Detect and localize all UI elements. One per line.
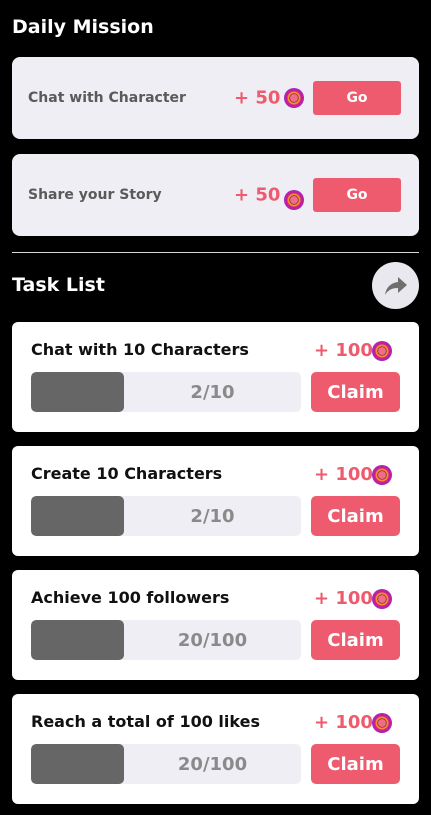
task-title: Chat with 10 Characters xyxy=(31,340,249,359)
task-reward: + 100 xyxy=(314,588,373,609)
progress-bar: 2/10 xyxy=(31,496,301,536)
share-arrow-icon xyxy=(384,276,407,295)
task-card: Reach a total of 100 likes + 100 20/100 … xyxy=(12,694,419,804)
progress-bar: 2/10 xyxy=(31,372,301,412)
progress-fill xyxy=(31,620,124,660)
progress-fill xyxy=(31,744,124,784)
coin-icon xyxy=(372,589,392,609)
task-list-title: Task List xyxy=(12,274,105,296)
go-button[interactable]: Go xyxy=(313,81,401,115)
progress-text: 20/100 xyxy=(177,753,248,775)
progress-fill xyxy=(31,496,124,536)
coin-icon xyxy=(372,713,392,733)
go-button[interactable]: Go xyxy=(313,178,401,212)
task-title: Achieve 100 followers xyxy=(31,588,230,607)
claim-button[interactable]: Claim xyxy=(311,744,400,784)
progress-bar: 20/100 xyxy=(31,744,301,784)
coin-icon xyxy=(372,465,392,485)
mission-reward: + 50 xyxy=(234,184,281,206)
task-reward: + 100 xyxy=(314,464,373,485)
progress-text: 2/10 xyxy=(190,381,235,403)
progress-text: 20/100 xyxy=(177,629,248,651)
task-card: Chat with 10 Characters + 100 2/10 Claim xyxy=(12,322,419,432)
task-reward: + 100 xyxy=(314,340,373,361)
coin-icon xyxy=(284,190,304,210)
daily-mission-title: Daily Mission xyxy=(12,16,154,38)
progress-fill xyxy=(31,372,124,412)
mission-card-share: Share your Story + 50 Go xyxy=(12,154,419,236)
claim-button[interactable]: Claim xyxy=(311,496,400,536)
mission-label: Chat with Character xyxy=(28,90,186,106)
progress-bar: 20/100 xyxy=(31,620,301,660)
task-card: Achieve 100 followers + 100 20/100 Claim xyxy=(12,570,419,680)
task-reward: + 100 xyxy=(314,712,373,733)
coin-icon xyxy=(284,88,304,108)
claim-button[interactable]: Claim xyxy=(311,372,400,412)
mission-reward: + 50 xyxy=(234,87,281,109)
progress-text: 2/10 xyxy=(190,505,235,527)
task-title: Create 10 Characters xyxy=(31,464,223,483)
mission-label: Share your Story xyxy=(28,187,162,203)
mission-card-chat: Chat with Character + 50 Go xyxy=(12,57,419,139)
claim-button[interactable]: Claim xyxy=(311,620,400,660)
section-divider xyxy=(12,252,419,253)
share-button[interactable] xyxy=(372,262,419,309)
task-card: Create 10 Characters + 100 2/10 Claim xyxy=(12,446,419,556)
task-title: Reach a total of 100 likes xyxy=(31,712,260,731)
coin-icon xyxy=(372,341,392,361)
